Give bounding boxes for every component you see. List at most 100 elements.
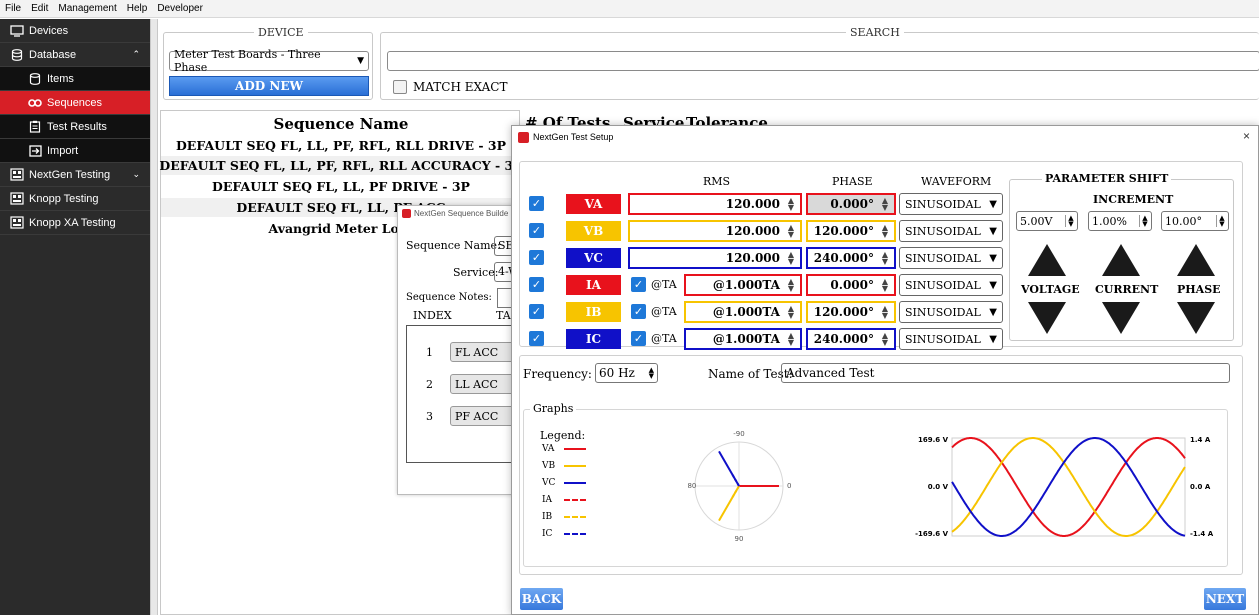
dropdown-arrow-icon: ▼ [989, 306, 997, 318]
sidebar-item-knopp-xa-testing[interactable]: Knopp XA Testing [0, 211, 150, 235]
col-header-sequence-name[interactable]: Sequence Name [161, 115, 521, 133]
sequence-tests-list: 1 FL ACC 2 LL ACC 3 PF ACC [406, 325, 529, 463]
sidebar-item-import[interactable]: Import [0, 139, 150, 163]
match-exact-checkbox[interactable] [393, 80, 407, 94]
close-icon[interactable]: × [1243, 129, 1250, 143]
waveform-select[interactable]: SINUSOIDAL ▼ [899, 247, 1003, 269]
phase-enable-checkbox[interactable]: ✓ [529, 277, 544, 292]
device-select-value: Meter Test Boards - Three Phase [174, 48, 321, 74]
legend-item: VB [542, 461, 586, 471]
legend-label: IC [542, 529, 553, 539]
rms-spinner[interactable]: 120.000 ▲ ▼ [628, 220, 802, 242]
phase-down-arrow-icon[interactable] [1177, 302, 1215, 334]
voltage-down-arrow-icon[interactable] [1028, 302, 1066, 334]
sidebar-item-nextgen-testing[interactable]: NextGen Testing ⌄ [0, 163, 150, 187]
phase-tag: VA [566, 194, 621, 214]
waveform-value: SINUSOIDAL [905, 332, 981, 346]
phase-up-arrow-icon[interactable] [1177, 244, 1215, 276]
waveform-select[interactable]: SINUSOIDAL ▼ [899, 328, 1003, 350]
sidebar-item-label: Test Results [47, 120, 107, 133]
phase-value: 0.000° [830, 197, 874, 211]
board-icon [10, 216, 24, 229]
menu-edit[interactable]: Edit [26, 3, 53, 14]
rms-spinner[interactable]: @1.000TA ▲ ▼ [684, 301, 802, 323]
test-name-input[interactable]: Advanced Test [781, 363, 1230, 383]
device-select[interactable]: Meter Test Boards - Three Phase ▼ [169, 48, 369, 74]
phase-enable-checkbox[interactable]: ✓ [529, 304, 544, 319]
link-icon [28, 97, 42, 109]
ta-checkbox[interactable]: ✓ [631, 331, 646, 346]
spinner-arrows-icon: ▲ ▼ [787, 223, 795, 239]
polar-label-left: 180 [687, 482, 696, 490]
polar-label-top: -90 [733, 430, 744, 438]
sidebar: Devices Database ⌃ Items Sequences Test … [0, 19, 150, 615]
ta-checkbox[interactable]: ✓ [631, 277, 646, 292]
current-increment-spinner[interactable]: 1.00% ▲ ▼ [1088, 211, 1152, 231]
current-down-arrow-icon[interactable] [1102, 302, 1140, 334]
menu-help[interactable]: Help [122, 3, 153, 14]
rms-spinner[interactable]: @1.000TA ▲ ▼ [684, 274, 802, 296]
row-index: 1 [426, 346, 433, 359]
rms-spinner[interactable]: 120.000 ▲ ▼ [628, 193, 802, 215]
spinner-arrows-icon: ▲ ▼ [881, 250, 889, 266]
phase-spinner[interactable]: 120.000° ▲ ▼ [806, 301, 896, 323]
voltage-up-arrow-icon[interactable] [1028, 244, 1066, 276]
frequency-spinner[interactable]: 60 Hz ▲ ▼ [595, 363, 658, 383]
rms-spinner[interactable]: @1.000TA ▲ ▼ [684, 328, 802, 350]
sidebar-item-test-results[interactable]: Test Results [0, 115, 150, 139]
sidebar-item-items[interactable]: Items [0, 67, 150, 91]
sidebar-item-database[interactable]: Database ⌃ [0, 43, 150, 67]
rms-value: 120.000 [725, 197, 780, 211]
sidebar-splitter[interactable] [150, 19, 158, 615]
menu-management[interactable]: Management [53, 3, 121, 14]
ta-checkbox[interactable]: ✓ [631, 304, 646, 319]
chevron-up-icon: ⌃ [132, 49, 140, 59]
legend-label: IA [542, 495, 553, 505]
spinner-arrows-icon: ▲ ▼ [787, 196, 795, 212]
sidebar-item-sequences[interactable]: Sequences [0, 91, 150, 115]
row-index: 3 [426, 410, 433, 423]
rms-spinner[interactable]: 120.000 ▲ ▼ [628, 247, 802, 269]
phase-enable-checkbox[interactable]: ✓ [529, 331, 544, 346]
sidebar-item-knopp-testing[interactable]: Knopp Testing [0, 187, 150, 211]
phase-enable-checkbox[interactable]: ✓ [529, 196, 544, 211]
phase-spinner[interactable]: 0.000° ▲ ▼ [806, 274, 896, 296]
phase-spinner[interactable]: 120.000° ▲ ▼ [806, 220, 896, 242]
current-up-arrow-icon[interactable] [1102, 244, 1140, 276]
phase-tag: IA [566, 275, 621, 295]
table-row[interactable]: DEFAULT SEQ FL, LL, PF, RFL, RLL DRIVE -… [161, 136, 521, 155]
table-row[interactable]: DEFAULT SEQ FL, LL, PF DRIVE - 3P [161, 177, 521, 196]
y-right-bottom: -1.4 A [1190, 530, 1214, 538]
phase-spinner[interactable]: 240.000° ▲ ▼ [806, 328, 896, 350]
waveform-select[interactable]: SINUSOIDAL ▼ [899, 301, 1003, 323]
phase-spinner[interactable]: 0.000° ▲ ▼ [806, 193, 896, 215]
next-button[interactable]: NEXT [1204, 588, 1246, 610]
waveform-select[interactable]: SINUSOIDAL ▼ [899, 220, 1003, 242]
phase-enable-checkbox[interactable]: ✓ [529, 223, 544, 238]
phase-spinner[interactable]: 240.000° ▲ ▼ [806, 247, 896, 269]
polar-label-bottom: 90 [735, 535, 744, 543]
sidebar-item-label: NextGen Testing [29, 168, 111, 181]
phasor-line-ic [731, 473, 740, 487]
back-button[interactable]: BACK [520, 588, 563, 610]
sidebar-item-devices[interactable]: Devices [0, 19, 150, 43]
waveform-value: SINUSOIDAL [905, 278, 981, 292]
sidebar-item-label: Import [47, 144, 79, 157]
waveform-select[interactable]: SINUSOIDAL ▼ [899, 274, 1003, 296]
voltage-increment-spinner[interactable]: 5.00V ▲ ▼ [1016, 211, 1078, 231]
waveform-select[interactable]: SINUSOIDAL ▼ [899, 193, 1003, 215]
legend-swatch [564, 533, 586, 535]
ng-titlebar: NextGen Test Setup [512, 126, 1258, 148]
phase-tag: VB [566, 221, 621, 241]
menu-developer[interactable]: Developer [152, 3, 208, 14]
dropdown-arrow-icon: ▼ [989, 252, 997, 264]
legend-title: Legend: [540, 429, 586, 442]
add-new-button[interactable]: ADD NEW [169, 76, 369, 96]
table-row[interactable]: DEFAULT SEQ FL, LL, PF, RFL, RLL ACCURAC… [159, 156, 523, 175]
legend-swatch [564, 448, 586, 450]
row-index: 2 [426, 378, 433, 391]
menu-file[interactable]: File [0, 3, 26, 14]
phase-increment-spinner[interactable]: 10.00° ▲ ▼ [1161, 211, 1229, 231]
search-input[interactable] [387, 51, 1259, 71]
phase-enable-checkbox[interactable]: ✓ [529, 250, 544, 265]
